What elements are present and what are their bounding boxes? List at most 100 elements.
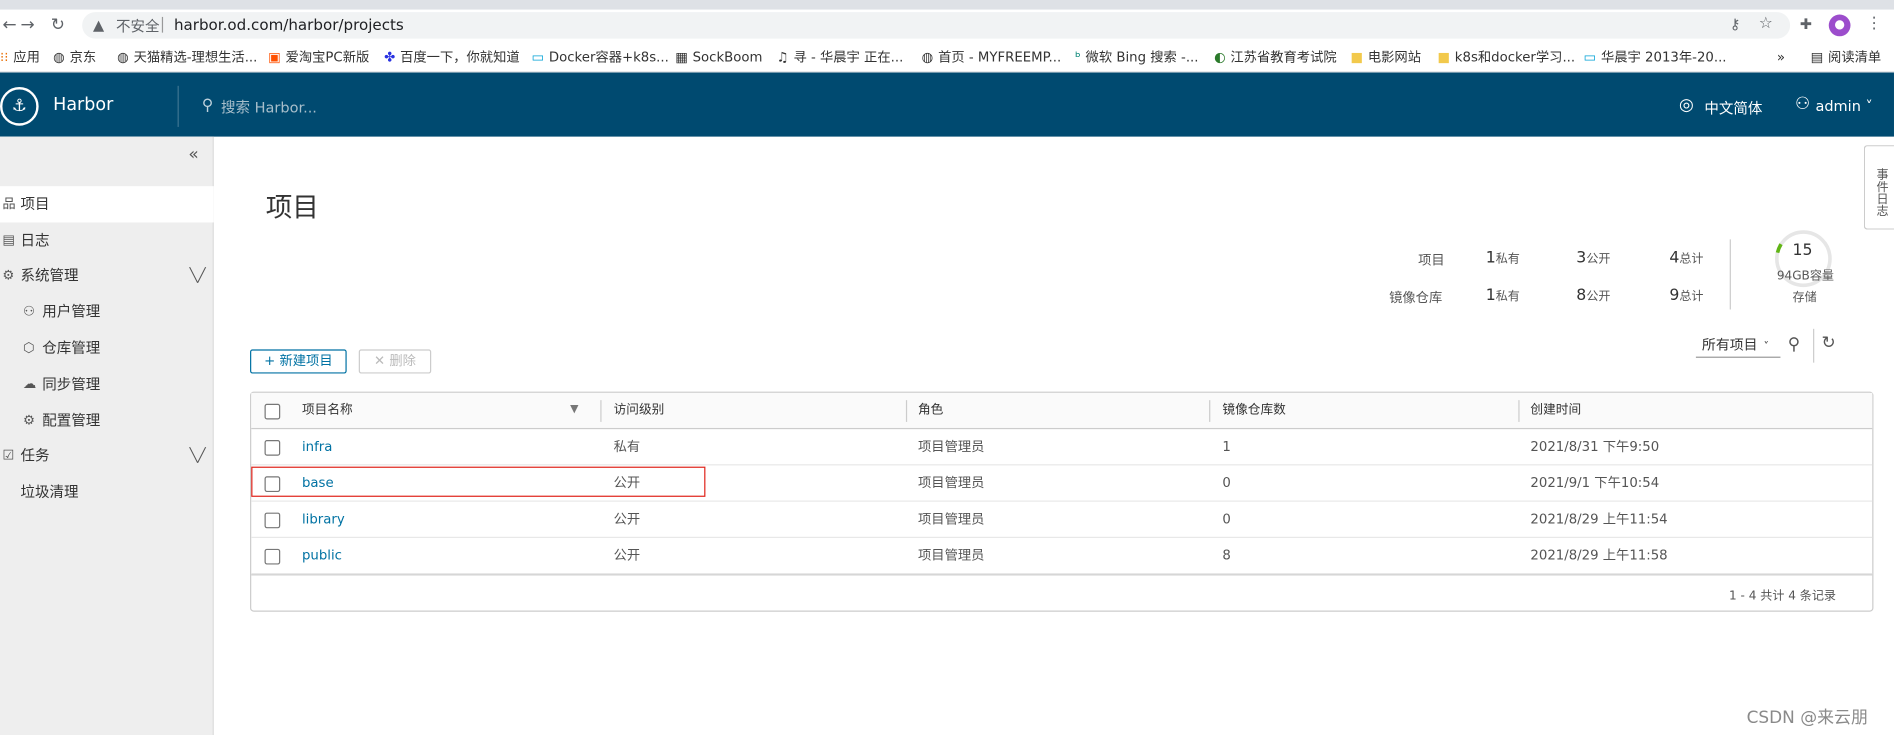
star-icon[interactable]: ☆ [1759,15,1773,33]
column-header-created[interactable]: 创建时间 [1530,393,1581,429]
access-level: 公开 [613,511,641,528]
bookmark-item[interactable]: ▭ Docker容器+k8s... [531,50,668,67]
column-header-access[interactable]: 访问级别 [614,393,665,429]
extensions-icon[interactable]: ✚ [1800,16,1812,33]
filter-value: 所有项目 [1701,336,1758,353]
sidebar-item-label: 系统管理 [20,267,79,285]
more-bookmarks-icon[interactable]: » [1777,50,1785,67]
harbor-logo-icon[interactable]: ⚓ [0,87,39,126]
bookmark-label: 天猫精选-理想生活... [133,49,258,66]
sidebar-item-users[interactable]: ⚇ 用户管理 [0,294,214,330]
sidebar-item-config[interactable]: ⚙ 配置管理 [0,403,214,439]
row-checkbox[interactable] [264,512,281,529]
search-input[interactable] [221,95,439,120]
stats-divider [1729,239,1731,310]
row-checkbox[interactable] [264,440,281,456]
edu-icon: ◐ [1213,49,1226,66]
filter-icon[interactable]: ▼ [570,393,578,429]
toolbar-divider [1813,328,1815,363]
row-checkbox[interactable] [264,548,281,565]
close-icon: ✕ [374,352,390,369]
delete-button[interactable]: ✕ 删除 [358,349,432,374]
address-divider [161,16,164,33]
forward-icon[interactable]: → [21,15,35,37]
table-row[interactable]: library 公开 项目管理员 0 2021/8/29 上午11:54 [251,502,1873,538]
table-row[interactable]: public 公开 项目管理员 8 2021/8/29 上午11:58 [251,538,1873,575]
created-time: 2021/8/29 上午11:54 [1530,511,1668,528]
sidebar-item-label: 任务 [20,447,50,465]
music-icon: ♫ [776,49,789,66]
globe-icon: ◍ [117,49,129,66]
bookmark-item[interactable]: ▦ SockBoom [675,50,762,67]
chevron-down-icon: ˅ [1763,340,1769,353]
bookmark-label: SockBoom [692,49,763,66]
sidebar-item-replication[interactable]: ☁ 同步管理 [0,366,214,402]
bookmark-item[interactable]: ✤ 百度一下，你就知道 [384,50,520,67]
search-icon[interactable]: ⚲ [1788,335,1800,354]
user-name: admin [1815,97,1861,115]
select-all-checkbox[interactable] [264,403,281,420]
reading-list[interactable]: ▤ 阅读清单 [1811,50,1882,67]
brand-name[interactable]: Harbor [53,96,113,115]
bookmark-item[interactable]: ◐ 江苏省教育考试院 [1214,50,1337,67]
bookmark-item[interactable]: ◍ 天猫精选-理想生活... [117,50,257,67]
sidebar-item-label: 项目 [20,195,50,213]
sidebar-item-registries[interactable]: ⬡ 仓库管理 [0,330,214,366]
sidebar-item-gc[interactable]: 垃圾清理 [0,474,214,510]
bookmark-item[interactable]: ⁝⁝ 应用 [0,50,40,67]
refresh-icon[interactable]: ↻ [1822,334,1836,353]
storage-used: 15 [1792,241,1813,260]
browser-menu-icon[interactable]: ⋮ [1866,15,1882,33]
stat-unit: 公开 [1586,290,1611,304]
stat-projects-public: 3公开 [1576,248,1610,267]
collapse-sidebar-icon[interactable]: « [188,145,198,164]
bookmark-item[interactable]: ◍ 首页 - MYFREEMP... [922,50,1062,67]
column-header-role[interactable]: 角色 [918,393,943,429]
globe-icon: ◍ [53,49,65,66]
address-bar[interactable]: ▲ 不安全 harbor.od.com/harbor/projects ⚷ ☆ [82,12,1791,39]
user-icon: ⚇ [1794,94,1811,114]
project-name-link[interactable]: infra [302,429,332,465]
column-divider [1209,400,1211,422]
sidebar-item-projects[interactable]: 品项目 [0,186,214,223]
stat-value: 4 [1669,249,1680,268]
plus-icon: + [264,352,280,369]
projects-table: 项目名称 ▼ 访问级别 角色 镜像仓库数 创建时间 infra 私有 项目管理员… [250,391,1874,612]
stat-value: 3 [1576,249,1587,268]
bookmark-item[interactable]: ◍ 京东 [53,50,96,67]
bookmark-item[interactable]: ▭ 华晨宇 2013年-20... [1584,50,1727,67]
stat-projects-private: 1私有 [1486,248,1520,267]
back-icon[interactable]: ← [2,15,16,37]
column-divider [1518,400,1520,422]
bookmark-item[interactable]: ᵇ 微软 Bing 搜索 -... [1075,50,1198,67]
bookmark-label: 电影网站 [1367,49,1421,66]
key-icon[interactable]: ⚷ [1730,16,1741,33]
sidebar-item-tasks[interactable]: ☑ 任务 ╲╱ [0,438,214,474]
user-menu[interactable]: admin ˅ [1815,98,1872,115]
table-row[interactable]: infra 私有 项目管理员 1 2021/8/31 下午9:50 [251,429,1873,466]
role: 项目管理员 [918,475,985,491]
event-log-tab[interactable]: 事件日志 [1863,145,1894,230]
security-label: 不安全 [115,18,160,36]
created-time: 2021/8/29 上午11:58 [1530,547,1668,564]
sidebar-item-label: 垃圾清理 [20,483,79,501]
bookmark-item[interactable]: ♫ 寻 - 华晨宇 正在... [777,50,904,67]
search-icon: ⚲ [201,96,214,115]
language-selector[interactable]: 中文简体 [1704,98,1762,119]
reload-icon[interactable]: ↻ [51,15,65,37]
project-name-link[interactable]: library [302,502,345,538]
project-filter-select[interactable]: 所有项目 ˅ [1695,334,1781,358]
bookmark-item[interactable]: ■ 电影网站 [1350,50,1421,67]
sidebar-item-admin[interactable]: ⚙ 系统管理 ╲╱ [0,257,214,293]
bookmark-label: 首页 - MYFREEMP... [938,49,1062,66]
column-header-repos[interactable]: 镜像仓库数 [1222,393,1285,429]
sidebar-item-logs[interactable]: ▤ 日志 [0,222,214,258]
bookmark-item[interactable]: ■ k8s和docker学习... [1437,50,1575,67]
bookmark-item[interactable]: ▣ 爱淘宝PC新版 [268,50,369,67]
column-header-name[interactable]: 项目名称 [302,393,353,429]
url-text[interactable]: harbor.od.com/harbor/projects [174,16,404,34]
new-project-button[interactable]: + 新建项目 [250,349,347,374]
profile-avatar[interactable]: ● [1828,14,1851,37]
sidebar-item-label: 日志 [20,232,50,250]
project-name-link[interactable]: public [302,538,342,574]
